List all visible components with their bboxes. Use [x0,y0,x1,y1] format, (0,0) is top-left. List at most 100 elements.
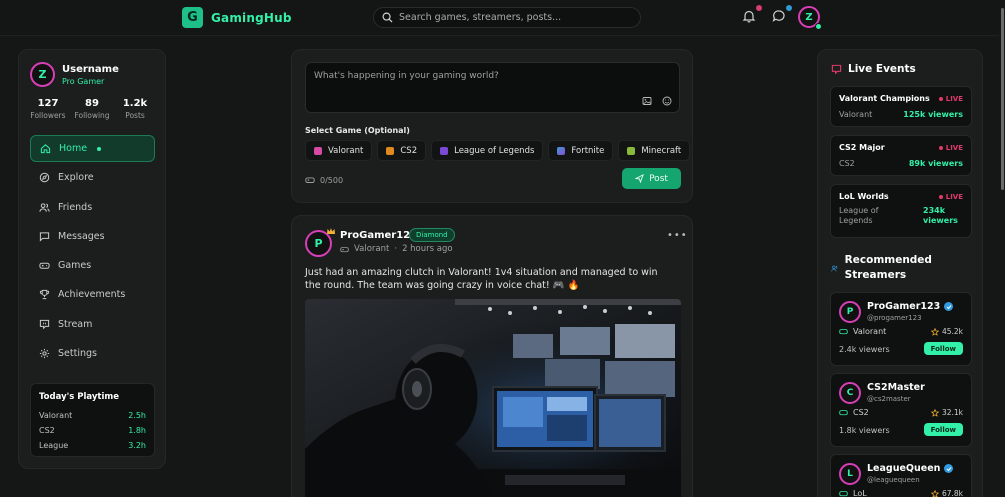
game-chip-fortnite[interactable]: Fortnite [548,140,614,161]
send-icon [635,174,644,183]
nav-label: Achievements [58,289,126,301]
nav-label: Home [59,143,88,154]
game-swatch [440,146,449,155]
top-bar: G GamingHub Z [0,0,1005,36]
live-event-card[interactable]: CS2 Major LIVE CS2 89k viewers [830,135,972,176]
chat-icon [772,10,785,22]
event-game: Valorant [839,110,873,119]
search-input[interactable] [399,12,629,23]
gamepad-icon [839,410,848,416]
post-composer: Select Game (Optional) Valorant CS2 Leag… [291,49,693,203]
nav-item-achievements[interactable]: Achievements [30,281,155,308]
playtime-value: 2.5h [128,411,146,420]
compose-input[interactable] [314,71,634,91]
live-event-card[interactable]: LoL Worlds LIVE League of Legends 234k vie… [830,184,972,238]
nav-item-messages[interactable]: Messages [30,223,155,250]
recommended-title: Recommended Streamers [844,254,932,281]
live-events-title: Live Events [848,63,916,75]
stat-posts[interactable]: 1.2k Posts [115,98,155,120]
logo[interactable]: G GamingHub [182,7,292,28]
image-icon[interactable] [642,96,652,106]
search-bar[interactable] [373,7,641,28]
nav-item-friends[interactable]: Friends [30,194,155,221]
live-events-header: Live Events [831,63,916,75]
post-button[interactable]: Post [622,168,681,189]
live-event-card[interactable]: Valorant Champions LIVE Valorant 125k view… [830,86,972,127]
messages-button[interactable] [772,5,792,25]
post-image[interactable] [305,299,681,497]
profile-name[interactable]: Username [62,64,119,75]
streamer-name[interactable]: CS2Master [867,382,925,393]
event-game: CS2 [839,159,855,168]
rank-badge: Diamond [409,228,455,242]
follow-button[interactable]: Follow [923,423,963,436]
nav-label: Settings [58,348,97,360]
notifications-button[interactable] [742,5,762,25]
stat-followers[interactable]: 127 Followers [28,98,68,120]
online-indicator [815,23,822,30]
profile-avatar[interactable]: Z [30,62,55,87]
event-name: LoL Worlds [839,192,889,201]
active-dot [97,146,102,151]
more-options-icon[interactable]: ••• [667,230,688,241]
streamer-game: Valorant [853,327,887,336]
stat-following[interactable]: 89 Following [72,98,112,120]
users-icon [39,202,50,212]
streamer-avatar[interactable]: C [839,382,861,404]
streamer-card[interactable]: C CS2Master @cs2master CS2 32.1k 1.8k vi… [830,373,972,447]
streamer-rating: 67.8k [941,489,963,497]
playtime-value: 1.8h [128,426,146,435]
logo-icon: G [182,7,203,28]
star-icon [930,408,939,417]
scrollbar[interactable] [999,0,1005,497]
nav-item-settings[interactable]: Settings [30,340,155,367]
game-chip-league[interactable]: League of Legends [431,140,544,161]
streamer-name[interactable]: LeagueQueen [867,463,940,474]
scrollbar-thumb[interactable] [1001,8,1004,190]
streamer-avatar[interactable]: L [839,463,861,485]
live-label: LIVE [945,94,963,103]
nav-item-home[interactable]: Home [30,135,155,162]
playtime-row: League 3.2h [39,438,146,453]
streamer-viewers: 2.4k viewers [839,345,890,354]
nav-item-stream[interactable]: Stream [30,311,155,338]
game-chip-label: Minecraft [641,145,682,156]
home-icon [40,144,51,154]
star-icon [930,327,939,336]
streamer-avatar[interactable]: P [839,301,861,323]
nav-item-games[interactable]: Games [30,252,155,279]
post-text: Just had an amazing clutch in Valorant! … [305,267,658,291]
post-username[interactable]: ProGamer123 [340,230,417,241]
emoji-icon[interactable] [662,96,672,106]
nav-label: Games [58,260,92,272]
game-chip-label: Valorant [328,145,364,156]
playtime-value: 3.2h [128,441,146,450]
playtime-game: CS2 [39,426,55,435]
live-dot [938,194,943,199]
streamer-handle: @cs2master [867,395,911,403]
gamepad-icon [340,246,349,252]
nav-item-explore[interactable]: Explore [30,164,155,191]
game-swatch [557,146,566,155]
compose-box[interactable] [305,62,680,113]
game-swatch [627,146,636,155]
streamer-card[interactable]: L LeagueQueen @leaguequeen LoL 67.8k [830,454,972,497]
streamer-card[interactable]: P ProGamer123 @progamer123 Valorant 45.2… [830,292,972,366]
char-counter: 0/500 [305,175,343,185]
game-chip-valorant[interactable]: Valorant [305,140,373,161]
meta-separator: · [394,244,398,254]
game-chip-minecraft[interactable]: Minecraft [618,140,691,161]
gamepad-icon [39,262,50,269]
post-button-label: Post [649,173,668,184]
event-viewers: 125k viewers [903,110,963,119]
game-chip-cs2[interactable]: CS2 [377,140,427,161]
stream-icon [39,319,50,330]
feed-post: P ProGamer123 Diamond Valorant · 2 hours… [291,215,693,497]
post-game: Valorant [354,244,390,254]
live-stream-icon [831,64,842,74]
live-badge: LIVE [938,193,963,201]
compass-icon [39,173,50,183]
users-icon [831,265,838,272]
streamer-name[interactable]: ProGamer123 [867,301,940,312]
follow-button[interactable]: Follow [923,342,963,355]
